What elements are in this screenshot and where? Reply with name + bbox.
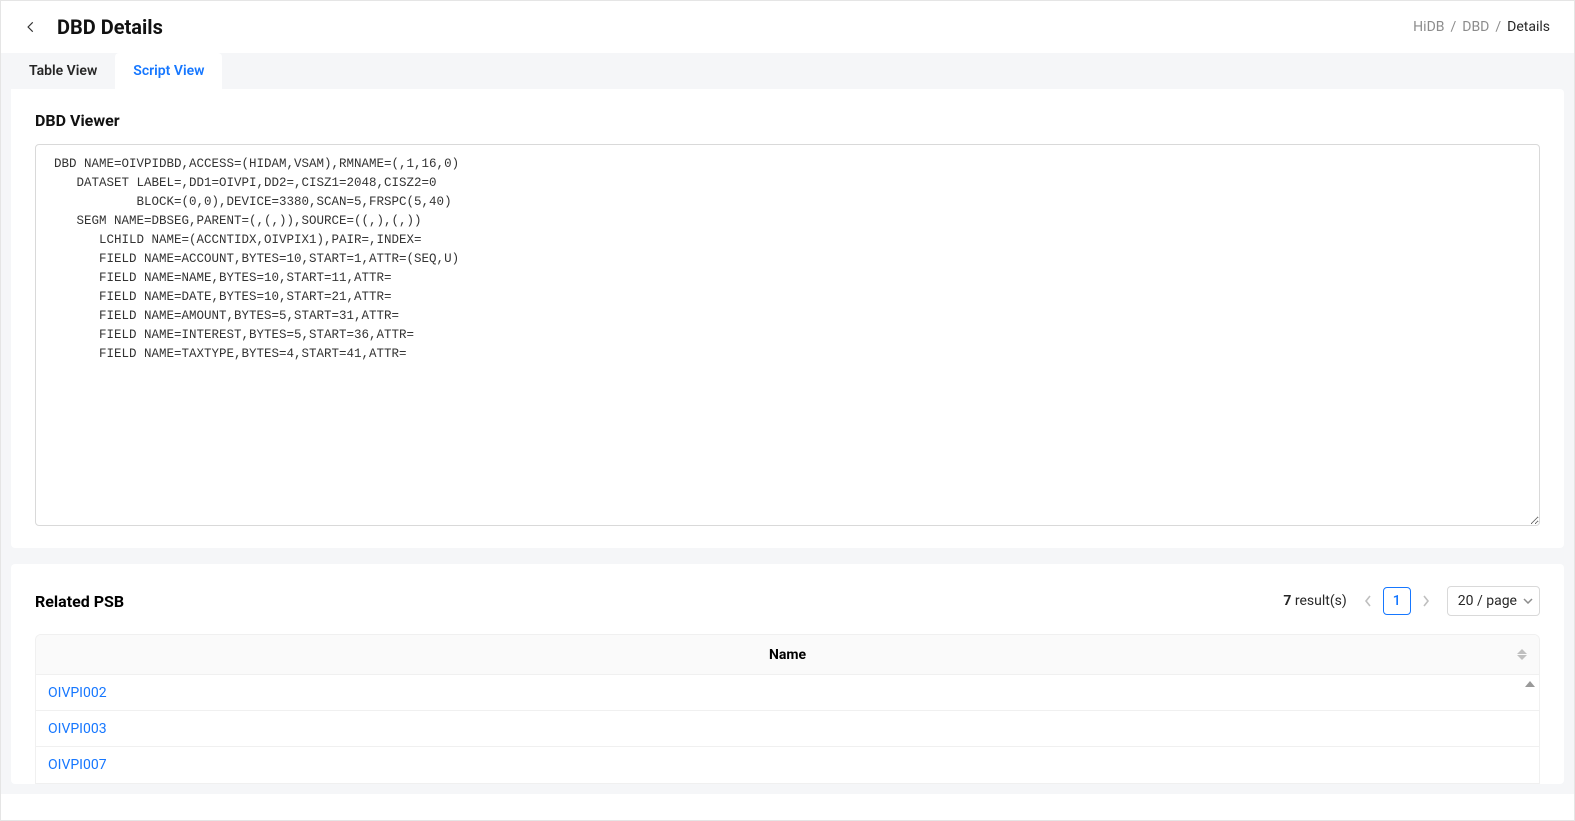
body-area: Table View Script View DBD Viewer DBD NA… xyxy=(1,53,1574,794)
table-header: Name xyxy=(36,635,1539,675)
chevron-right-icon xyxy=(1422,595,1430,607)
header-left: DBD Details xyxy=(21,15,163,39)
pager-next[interactable] xyxy=(1415,588,1437,614)
psb-link[interactable]: OIVPI002 xyxy=(48,685,107,701)
results-count: 7 result(s) xyxy=(1283,593,1346,609)
breadcrumb: HiDB / DBD / Details xyxy=(1413,19,1550,35)
breadcrumb-item[interactable]: HiDB xyxy=(1413,19,1444,35)
viewer-title: DBD Viewer xyxy=(35,111,1540,130)
psb-table: Name OIVPI002 OIVPI003 OIVPI007 xyxy=(35,634,1540,784)
table-body: OIVPI002 OIVPI003 OIVPI007 xyxy=(36,675,1539,783)
caret-up-icon xyxy=(1517,649,1527,654)
scroll-up-icon[interactable] xyxy=(1525,681,1535,687)
breadcrumb-sep: / xyxy=(1495,19,1501,35)
back-button[interactable] xyxy=(21,17,41,37)
chevron-left-icon xyxy=(1364,595,1372,607)
page-title: DBD Details xyxy=(57,15,163,39)
viewer-panel: DBD Viewer DBD NAME=OIVPIDBD,ACCESS=(HID… xyxy=(11,89,1564,548)
script-textarea[interactable]: DBD NAME=OIVPIDBD,ACCESS=(HIDAM,VSAM),RM… xyxy=(35,144,1540,526)
page-size-select[interactable]: 20 / page xyxy=(1447,586,1540,616)
related-psb-panel: Related PSB 7 result(s) 1 20 / page xyxy=(11,564,1564,784)
column-name[interactable]: Name xyxy=(48,647,1527,663)
tab-table-view[interactable]: Table View xyxy=(11,53,115,89)
pager: 1 xyxy=(1357,587,1437,615)
page-header: DBD Details HiDB / DBD / Details xyxy=(1,1,1574,53)
sort-icon[interactable] xyxy=(1517,649,1527,660)
breadcrumb-sep: / xyxy=(1450,19,1456,35)
pager-page-1[interactable]: 1 xyxy=(1383,587,1411,615)
table-row: OIVPI002 xyxy=(36,675,1539,711)
pager-prev[interactable] xyxy=(1357,588,1379,614)
psb-controls: 7 result(s) 1 20 / page xyxy=(1283,586,1540,616)
psb-header-row: Related PSB 7 result(s) 1 20 / page xyxy=(35,586,1540,616)
tabs: Table View Script View xyxy=(11,53,1564,89)
page-size-value: 20 / page xyxy=(1458,593,1517,609)
table-row: OIVPI007 xyxy=(36,747,1539,783)
psb-link[interactable]: OIVPI007 xyxy=(48,757,107,773)
breadcrumb-current: Details xyxy=(1507,19,1550,35)
related-psb-title: Related PSB xyxy=(35,592,124,611)
chevron-left-icon xyxy=(24,20,38,34)
tab-script-view[interactable]: Script View xyxy=(115,53,222,89)
caret-down-icon xyxy=(1517,655,1527,660)
breadcrumb-item[interactable]: DBD xyxy=(1462,19,1489,35)
chevron-down-icon xyxy=(1523,598,1533,604)
results-count-suffix: result(s) xyxy=(1291,593,1346,609)
table-row: OIVPI003 xyxy=(36,711,1539,747)
psb-link[interactable]: OIVPI003 xyxy=(48,721,107,737)
